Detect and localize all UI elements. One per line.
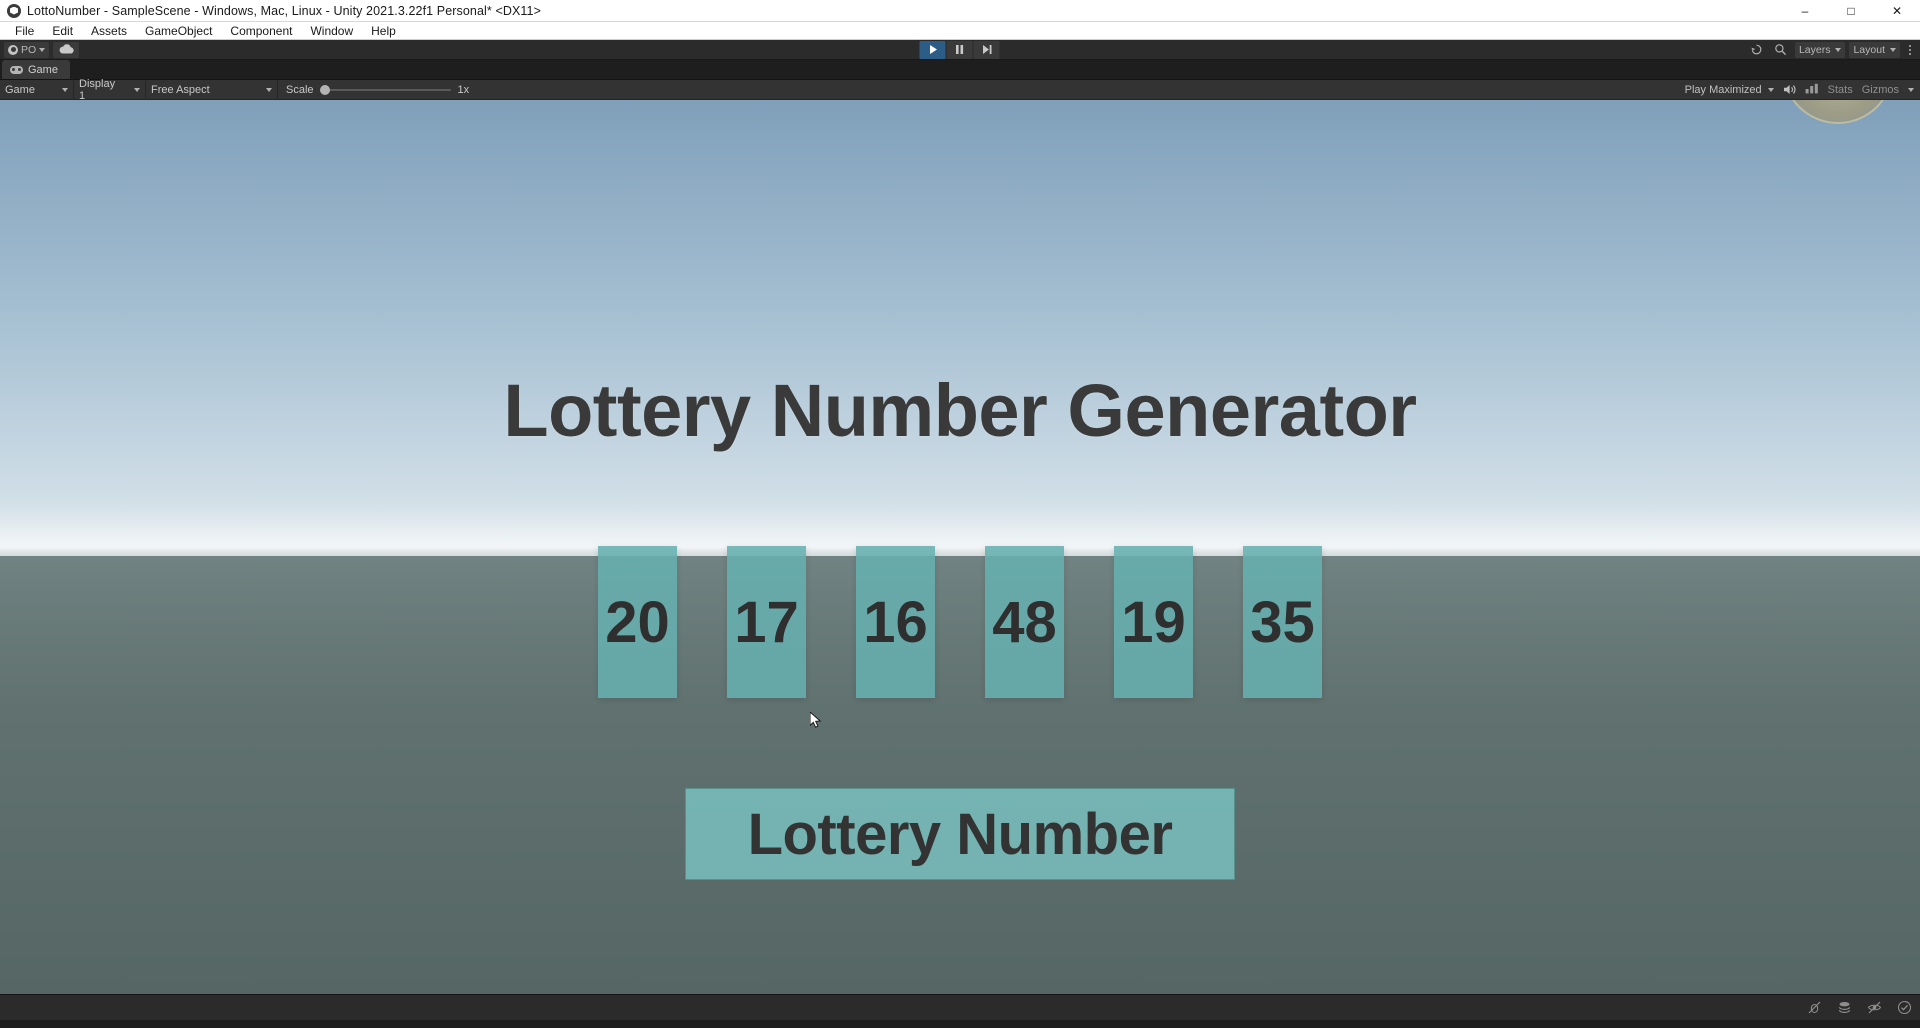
number-card: 20 <box>598 546 677 698</box>
chevron-down-icon <box>266 87 272 92</box>
scale-control[interactable]: Scale 1x <box>278 84 477 96</box>
scale-value: 1x <box>457 83 470 96</box>
gizmos-label[interactable]: Gizmos <box>1862 84 1899 96</box>
chevron-down-icon <box>1767 87 1774 92</box>
aspect-dropdown[interactable]: Free Aspect <box>146 79 278 100</box>
toolbar-left-group: PO <box>4 41 80 59</box>
menu-gameobject[interactable]: GameObject <box>136 23 221 39</box>
minimize-button[interactable]: – <box>1782 0 1828 22</box>
account-dropdown[interactable]: PO <box>4 41 50 58</box>
lottery-number-button[interactable]: Lottery Number <box>685 788 1235 880</box>
chevron-down-icon <box>62 87 68 92</box>
search-icon[interactable] <box>1771 42 1791 58</box>
bug-disabled-icon[interactable] <box>1806 1000 1822 1016</box>
scale-label: Scale <box>286 83 314 96</box>
account-avatar-icon <box>8 44 18 55</box>
menu-component[interactable]: Component <box>221 23 301 39</box>
cloud-icon <box>59 41 74 59</box>
stats-label[interactable]: Stats <box>1828 84 1853 96</box>
stats-icon[interactable] <box>1805 83 1819 97</box>
window-titlebar: LottoNumber - SampleScene - Windows, Mac… <box>0 0 1920 22</box>
layers-dropdown[interactable]: Layers <box>1794 41 1846 58</box>
layout-label: Layout <box>1853 43 1885 56</box>
eye-disabled-icon[interactable] <box>1866 1000 1882 1016</box>
play-maximized-label: Play Maximized <box>1684 83 1762 96</box>
captain-paul-watermark: CAPTAIN PAUL <box>1782 100 1894 124</box>
window-title: LottoNumber - SampleScene - Windows, Mac… <box>27 3 541 18</box>
game-view-canvas[interactable]: CAPTAIN PAUL Lottery Number Generator 20… <box>0 100 1920 994</box>
step-button[interactable] <box>973 40 1000 59</box>
display-dropdown[interactable]: Display 1 <box>74 77 146 102</box>
status-bar-icons <box>1806 1000 1912 1016</box>
toolbar-right-group: Layers Layout <box>1747 41 1916 58</box>
gameview-toolbar-right: Play Maximized Stats Gizmos <box>1685 80 1914 100</box>
pause-icon <box>955 44 965 55</box>
chevron-down-icon <box>1890 47 1896 52</box>
number-card: 48 <box>985 546 1064 698</box>
layout-dropdown[interactable]: Layout <box>1849 41 1900 58</box>
layers-label: Layers <box>1798 43 1831 56</box>
chevron-down-icon <box>1835 47 1842 52</box>
gameview-mode-dropdown[interactable]: Game <box>0 79 74 100</box>
menu-bar: File Edit Assets GameObject Component Wi… <box>0 22 1920 40</box>
dock-tab-row: Game <box>0 60 1920 80</box>
gameview-toolbar: Game Display 1 Free Aspect Scale 1x Play… <box>0 77 1920 102</box>
play-maximized-dropdown[interactable]: Play Maximized <box>1685 80 1774 100</box>
account-label: PO <box>21 43 37 56</box>
play-icon <box>927 44 938 55</box>
gamepad-icon <box>10 65 23 74</box>
number-card: 17 <box>727 546 806 698</box>
tab-game-label: Game <box>28 63 58 76</box>
playmode-controls <box>919 40 1001 59</box>
number-card: 19 <box>1114 546 1193 698</box>
chevron-down-icon <box>39 47 46 52</box>
play-button[interactable] <box>919 40 946 59</box>
main-toolbar: PO Layers Layout <box>0 40 1920 60</box>
maximize-button[interactable]: □ <box>1828 0 1874 22</box>
menu-assets[interactable]: Assets <box>82 23 136 39</box>
menu-help[interactable]: Help <box>362 23 405 39</box>
page-title: Lottery Number Generator <box>503 369 1417 452</box>
step-icon <box>981 44 992 55</box>
pause-button[interactable] <box>946 40 973 59</box>
scale-slider[interactable] <box>319 84 451 95</box>
menu-window[interactable]: Window <box>301 23 362 39</box>
lottery-number-cards: 20 17 16 48 19 35 <box>598 546 1322 698</box>
number-card: 35 <box>1243 546 1322 698</box>
cloud-services-button[interactable] <box>53 41 80 59</box>
speaker-icon[interactable] <box>1783 83 1796 96</box>
gameview-mode-label: Game <box>5 83 35 96</box>
undo-history-icon[interactable] <box>1747 42 1767 58</box>
tab-game[interactable]: Game <box>2 60 70 79</box>
kebab-menu-icon[interactable] <box>1904 44 1916 55</box>
check-circle-icon[interactable] <box>1896 1000 1912 1016</box>
aspect-label: Free Aspect <box>151 83 210 96</box>
collab-disabled-icon[interactable] <box>1836 1000 1852 1016</box>
unity-logo-icon <box>7 3 21 18</box>
close-button[interactable]: ✕ <box>1874 0 1920 22</box>
number-card: 16 <box>856 546 935 698</box>
chevron-down-icon[interactable] <box>1908 87 1914 92</box>
display-label: Display 1 <box>79 77 116 102</box>
window-controls: – □ ✕ <box>1782 0 1920 22</box>
menu-edit[interactable]: Edit <box>43 23 82 39</box>
menu-file[interactable]: File <box>6 23 43 39</box>
scale-slider-knob[interactable] <box>319 84 330 95</box>
chevron-down-icon <box>134 87 140 92</box>
status-bar <box>0 994 1920 1020</box>
